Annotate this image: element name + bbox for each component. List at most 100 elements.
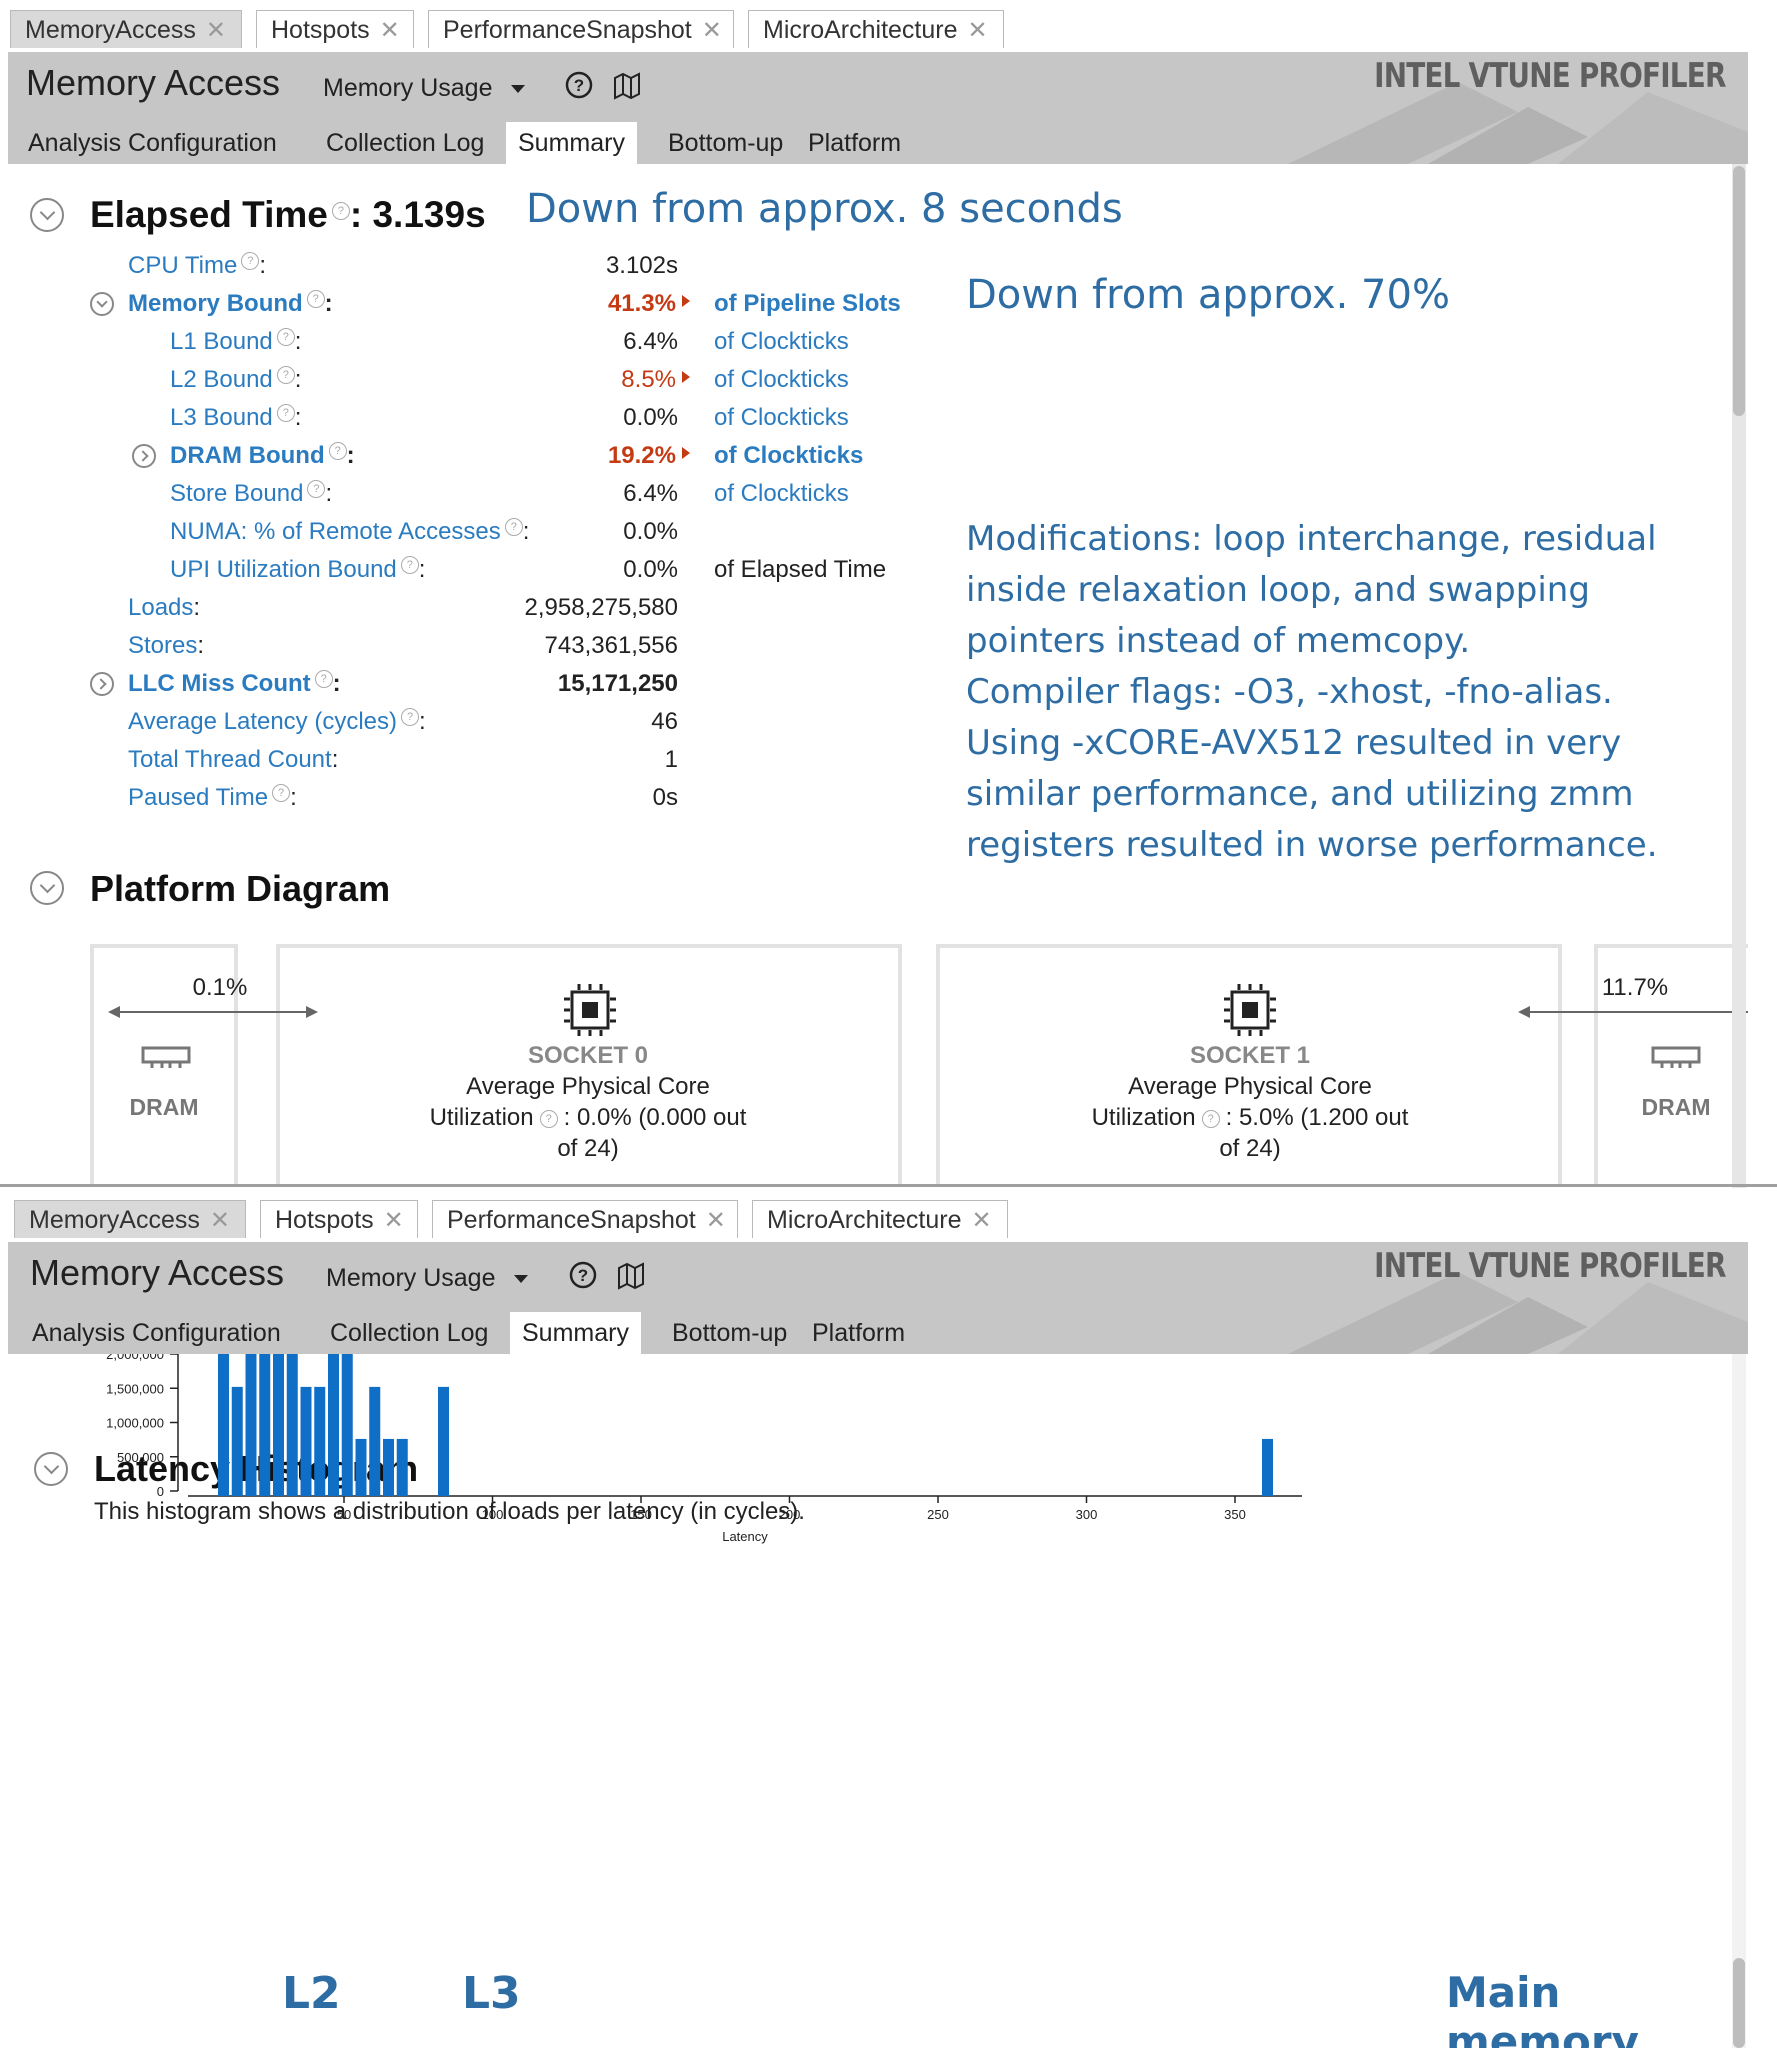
metric-colon: : [346, 442, 355, 469]
close-icon[interactable]: ✕ [206, 17, 226, 44]
metric-unit: of Clockticks [714, 366, 849, 393]
latency-histogram-chart: 0500,0001,000,0001,500,0002,000,0002,500… [106, 1354, 1302, 1544]
expand-icon[interactable] [90, 672, 114, 696]
metric-label[interactable]: NUMA: % of Remote Accesses [170, 518, 501, 545]
tab-microarchitecture[interactable]: MicroArchitecture ✕ [748, 10, 1004, 48]
socket1-utilization-value: : 5.0% (1.200 out [1225, 1104, 1409, 1131]
subtab-analysis-configuration[interactable]: Analysis Configuration [20, 1312, 293, 1354]
metric-label[interactable]: Total Thread Count [128, 746, 332, 773]
brand-logo: INTEL VTUNE PROFILER [1374, 56, 1727, 96]
map-icon[interactable] [616, 1260, 646, 1290]
svg-text:?: ? [578, 1266, 588, 1285]
metric-label[interactable]: Paused Time [128, 784, 268, 811]
close-icon[interactable]: ✕ [380, 17, 400, 44]
collapse-icon[interactable] [90, 292, 114, 316]
help-icon[interactable]: ? [306, 290, 325, 308]
analysis-type-dropdown[interactable]: Memory Usage [326, 1264, 528, 1293]
document-tabstrip: MemoryAccess ✕ Hotspots ✕ PerformanceSnaps… [0, 1190, 1777, 1242]
metric-row: UPI Utilization Bound?: [170, 556, 425, 584]
annotation-line: pointers instead of memcopy. [966, 621, 1471, 661]
metric-label[interactable]: LLC Miss Count [128, 670, 311, 697]
x-tick-label: 100 [482, 1507, 504, 1522]
tab-memoryaccess[interactable]: MemoryAccess ✕ [14, 1200, 246, 1238]
metric-label[interactable]: Average Latency (cycles) [128, 708, 397, 735]
metric-colon: : [325, 480, 333, 507]
help-icon[interactable]: ? [241, 252, 260, 270]
metric-colon: : [290, 784, 297, 811]
close-icon[interactable]: ✕ [968, 17, 988, 44]
memory-module-icon [141, 1046, 191, 1068]
subtab-collection-log[interactable]: Collection Log [314, 122, 496, 164]
metric-label[interactable]: L3 Bound [170, 404, 273, 431]
collapse-platform-diagram-icon[interactable] [30, 871, 64, 905]
collapse-elapsed-time-icon[interactable] [30, 198, 64, 232]
help-icon[interactable]: ? [328, 442, 347, 460]
close-icon[interactable]: ✕ [384, 1207, 404, 1234]
metric-label[interactable]: UPI Utilization Bound [170, 556, 397, 583]
elapsed-time-label: Elapsed Time [90, 194, 328, 235]
metric-colon: : [324, 290, 333, 317]
tab-memoryaccess[interactable]: MemoryAccess ✕ [10, 10, 242, 48]
metric-label[interactable]: CPU Time [128, 252, 237, 279]
histogram-bar [286, 1354, 298, 1496]
scrollbar-thumb[interactable] [1733, 1958, 1745, 2048]
close-icon[interactable]: ✕ [706, 1207, 726, 1234]
chevron-down-icon [513, 1275, 528, 1284]
help-icon[interactable]: ? [314, 670, 333, 688]
help-icon[interactable]: ? [272, 784, 291, 802]
map-icon[interactable] [612, 70, 642, 100]
subtab-summary[interactable]: Summary [506, 122, 637, 164]
subtab-collection-log[interactable]: Collection Log [318, 1312, 500, 1354]
help-icon[interactable]: ? [276, 328, 295, 346]
x-tick-label: 200 [779, 1507, 801, 1522]
help-icon[interactable]: ? [539, 1109, 558, 1128]
y-tick-label: 1,500,000 [106, 1381, 164, 1396]
help-icon[interactable]: ? [564, 70, 594, 100]
help-icon[interactable]: ? [331, 201, 350, 220]
metric-value-text: 0.0% [623, 518, 678, 545]
annotation-modifications: Modifications: loop interchange, residua… [966, 514, 1658, 871]
vertical-scrollbar[interactable] [1732, 164, 1746, 1188]
tab-hotspots[interactable]: Hotspots ✕ [260, 1200, 418, 1238]
tab-performancesnapshot[interactable]: PerformanceSnapshot ✕ [428, 10, 734, 48]
close-icon[interactable]: ✕ [702, 17, 722, 44]
socket0-title: SOCKET 0 [527, 1042, 649, 1069]
metric-label[interactable]: Memory Bound [128, 290, 303, 317]
tab-performancesnapshot[interactable]: PerformanceSnapshot ✕ [432, 1200, 738, 1238]
socket1-line3: of 24) [1219, 1135, 1281, 1162]
help-icon[interactable]: ? [568, 1260, 598, 1290]
y-tick-label: 1,000,000 [106, 1416, 164, 1431]
subtab-analysis-configuration[interactable]: Analysis Configuration [16, 122, 289, 164]
socket1-line2: Utilization? : 5.0% (1.200 out [1000, 1102, 1500, 1133]
expand-icon[interactable] [132, 444, 156, 468]
subtab-summary[interactable]: Summary [510, 1312, 641, 1354]
help-icon[interactable]: ? [400, 556, 419, 574]
histogram-bar [369, 1386, 381, 1496]
tab-microarchitecture[interactable]: MicroArchitecture ✕ [752, 1200, 1008, 1238]
metric-label[interactable]: Stores [128, 632, 197, 659]
help-icon[interactable]: ? [401, 708, 420, 726]
subtab-bottom-up[interactable]: Bottom-up [660, 1312, 799, 1354]
bandwidth-arrow-left [108, 1006, 318, 1018]
metric-label[interactable]: L1 Bound [170, 328, 273, 355]
subtab-platform[interactable]: Platform [800, 1312, 917, 1354]
histogram-bar [383, 1438, 394, 1496]
socket1-utilization-label: Utilization [1091, 1104, 1196, 1131]
metric-label[interactable]: L2 Bound [170, 366, 273, 393]
tab-hotspots[interactable]: Hotspots ✕ [256, 10, 414, 48]
metric-label[interactable]: DRAM Bound [170, 442, 325, 469]
scrollbar-thumb[interactable] [1733, 166, 1745, 416]
analysis-type-dropdown[interactable]: Memory Usage [323, 74, 525, 103]
metric-label[interactable]: Store Bound [170, 480, 303, 507]
help-icon[interactable]: ? [276, 404, 295, 422]
dram-right-bandwidth: 11.7% [1601, 974, 1669, 1001]
help-icon[interactable]: ? [1201, 1109, 1220, 1128]
vertical-scrollbar[interactable] [1732, 1354, 1746, 2048]
help-icon[interactable]: ? [307, 480, 326, 498]
subtab-bottom-up[interactable]: Bottom-up [656, 122, 795, 164]
help-icon[interactable]: ? [276, 366, 295, 384]
close-icon[interactable]: ✕ [972, 1207, 992, 1234]
close-icon[interactable]: ✕ [210, 1207, 230, 1234]
metric-label[interactable]: Loads [128, 594, 193, 621]
subtab-platform[interactable]: Platform [796, 122, 913, 164]
